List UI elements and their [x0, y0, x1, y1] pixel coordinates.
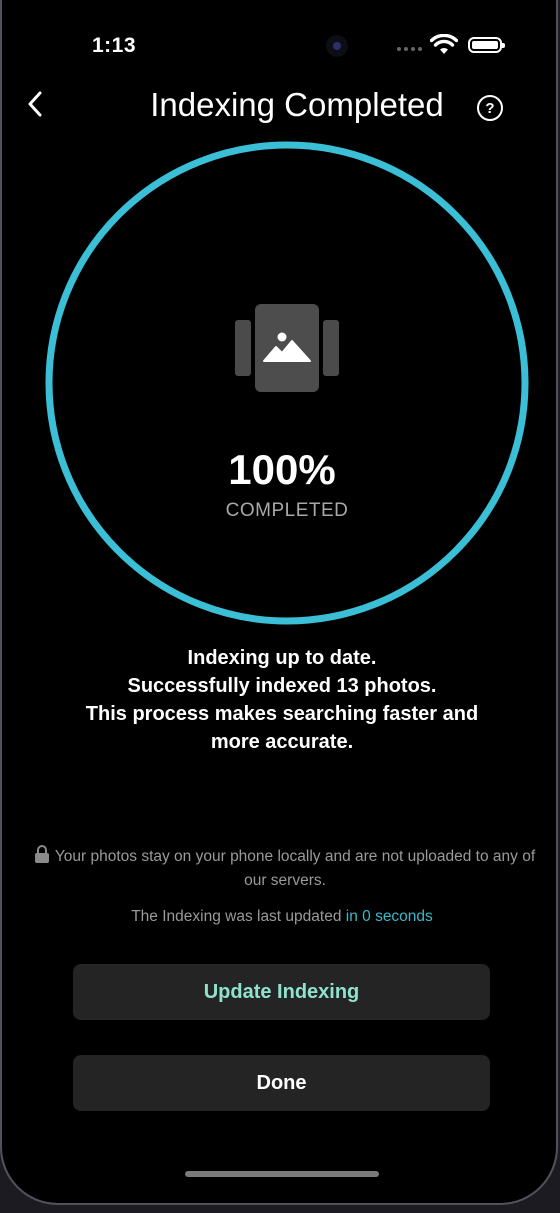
- privacy-note: Your photos stay on your phone locally a…: [30, 845, 540, 893]
- progress-status-label: COMPLETED: [225, 500, 349, 521]
- landscape-icon: [263, 332, 311, 362]
- status-time: 1:13: [92, 34, 137, 57]
- wifi-icon: [430, 34, 458, 54]
- app-screen: 1:13 Indexing Completed ? 100% COMPLETED…: [0, 0, 558, 1205]
- device-frame: 1:13 Indexing Completed ? 100% COMPLETED…: [0, 0, 560, 1213]
- page-title: Indexing Completed: [150, 86, 444, 123]
- done-button[interactable]: Done: [73, 1055, 490, 1111]
- status-bar: 1:13: [2, 0, 556, 90]
- done-label: Done: [256, 1071, 307, 1094]
- message-line: This process makes searching faster and: [85, 703, 479, 725]
- update-indexing-label: Update Indexing: [203, 980, 360, 1003]
- status-message: Indexing up to date. Successfully indexe…: [42, 644, 522, 756]
- last-updated-note: The Indexing was last updated in 0 secon…: [2, 908, 556, 926]
- message-line: Indexing up to date.: [187, 647, 377, 669]
- navigation-bar: Indexing Completed ?: [2, 80, 556, 136]
- cellular-signal-icon: [397, 47, 422, 51]
- message-line: more accurate.: [210, 731, 354, 753]
- question-mark-icon: ?: [485, 99, 495, 117]
- privacy-text: Your photos stay on your phone locally a…: [54, 848, 536, 889]
- last-updated-value: in 0 seconds: [345, 908, 433, 925]
- battery-icon: [468, 37, 505, 53]
- last-updated-prefix: The Indexing was last updated: [131, 908, 346, 925]
- message-line: Successfully indexed 13 photos.: [127, 675, 437, 697]
- help-button[interactable]: ?: [477, 95, 503, 121]
- update-indexing-button[interactable]: Update Indexing: [73, 964, 490, 1020]
- lock-icon: [34, 845, 49, 863]
- photo-stack-icon: [235, 304, 339, 394]
- front-camera: [326, 35, 348, 57]
- home-indicator[interactable]: [185, 1171, 379, 1177]
- progress-percent: 100%: [228, 446, 336, 493]
